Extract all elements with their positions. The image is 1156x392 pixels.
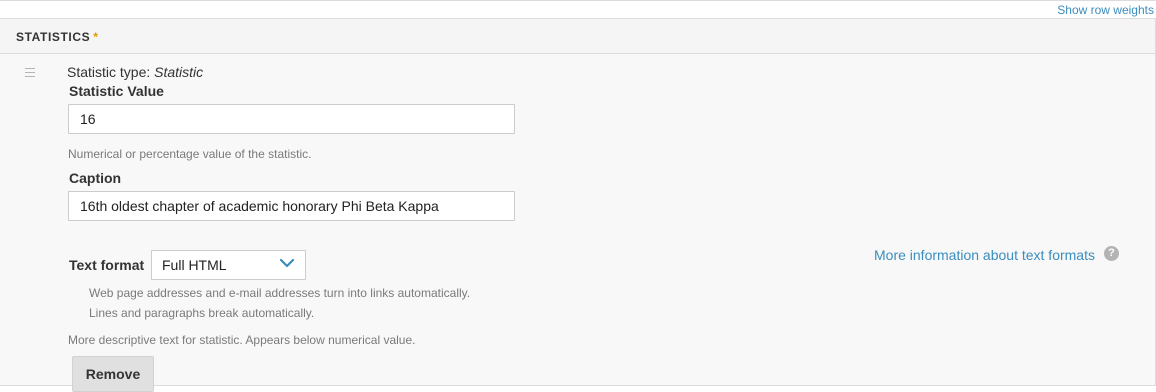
text-format-selected: Full HTML xyxy=(162,257,227,273)
text-format-label: Text format xyxy=(69,257,145,273)
text-format-select[interactable]: Full HTML xyxy=(151,250,306,280)
show-row-weights-link[interactable]: Show row weights xyxy=(1057,3,1154,17)
table-row: Statistic type: Statistic Statistic Valu… xyxy=(0,54,1155,392)
top-border xyxy=(0,0,1156,1)
statistic-value-description: Numerical or percentage value of the sta… xyxy=(68,147,312,161)
table-title: STATISTICS * xyxy=(16,30,99,44)
required-marker: * xyxy=(93,30,99,44)
statistic-value-label: Statistic Value xyxy=(69,83,164,99)
statistic-type-label: Statistic type: Statistic xyxy=(67,64,203,80)
table-title-text: STATISTICS xyxy=(16,30,91,44)
statistic-value-input[interactable] xyxy=(68,104,515,134)
chevron-down-icon xyxy=(279,258,295,268)
caption-label: Caption xyxy=(69,170,122,186)
drag-handle-icon[interactable] xyxy=(25,68,35,80)
statistic-type-prefix: Statistic type: xyxy=(67,64,155,80)
caption-input[interactable] xyxy=(68,191,515,221)
table-header: STATISTICS * xyxy=(0,19,1155,54)
format-tip-links: Web page addresses and e-mail addresses … xyxy=(89,286,471,300)
format-tip-lines: Lines and paragraphs break automatically… xyxy=(89,306,315,320)
more-info-text-formats-link[interactable]: More information about text formats xyxy=(874,247,1095,263)
statistics-table: STATISTICS * Statistic type: Statistic St… xyxy=(0,18,1156,392)
help-icon[interactable]: ? xyxy=(1104,246,1119,261)
caption-description: More descriptive text for statistic. App… xyxy=(68,333,416,347)
remove-button[interactable]: Remove xyxy=(72,356,154,392)
statistic-type-name: Statistic xyxy=(154,64,204,80)
